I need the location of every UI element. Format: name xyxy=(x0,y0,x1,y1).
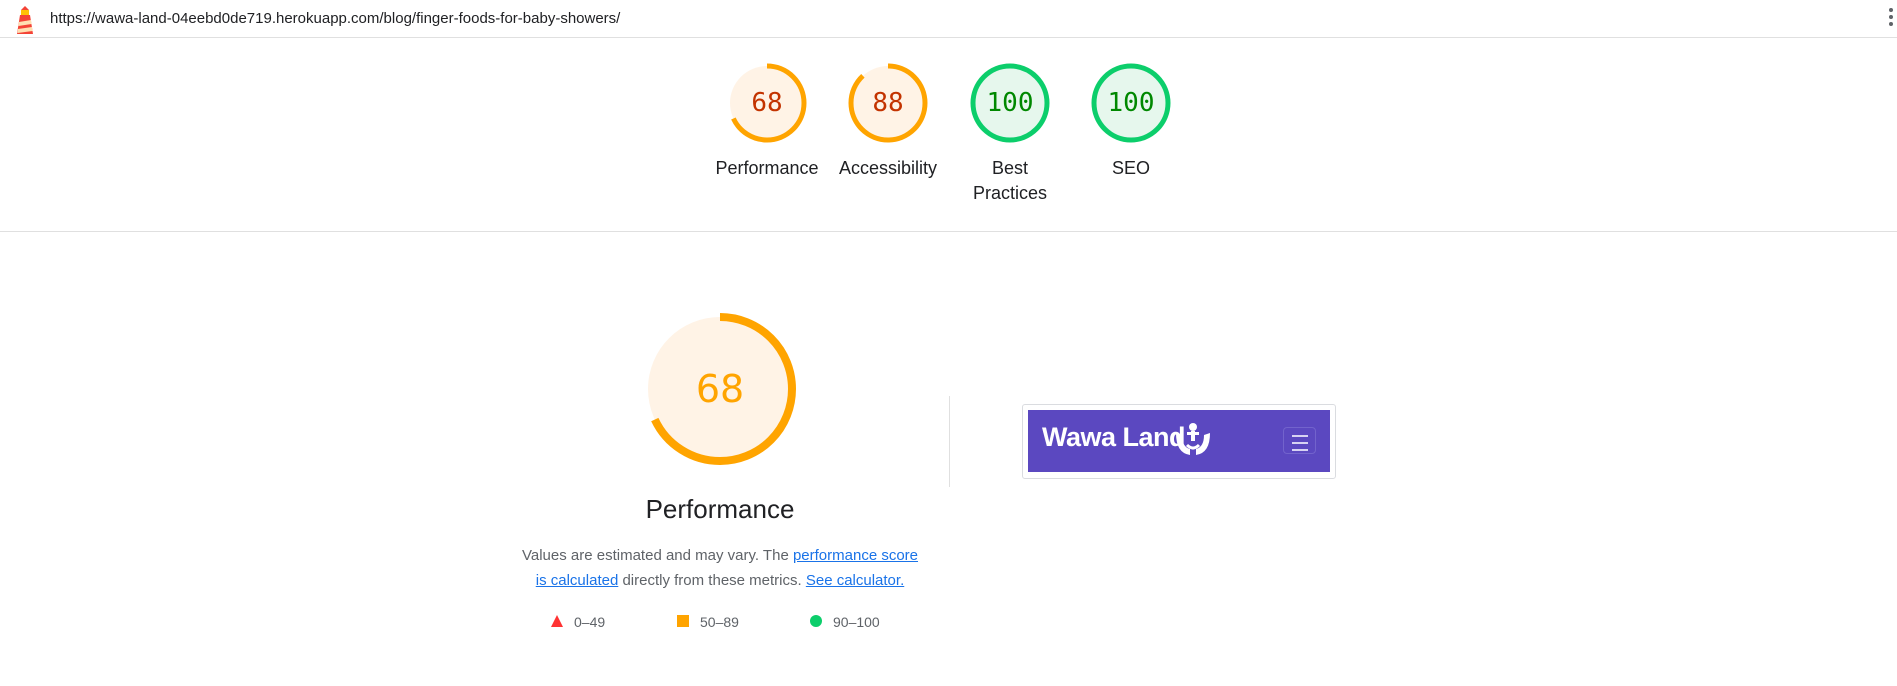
gauge-score: 88 xyxy=(872,88,903,118)
kebab-menu-icon[interactable] xyxy=(1887,8,1895,30)
performance-description: Values are estimated and may vary. The p… xyxy=(515,543,925,593)
legend-range: 90–100 xyxy=(833,614,880,630)
gauge-ring-icon: 68 xyxy=(727,63,807,143)
gauge-label: SEO xyxy=(1111,158,1150,178)
legend-range: 50–89 xyxy=(700,614,739,630)
gauge-ring-icon: 100 xyxy=(1091,63,1171,143)
screenshot-navbar: Wawa Land xyxy=(1028,410,1330,472)
hands-heart-icon xyxy=(1176,423,1210,455)
gauge-accessibility[interactable]: 88 Accessibility xyxy=(828,62,948,181)
hamburger-icon[interactable] xyxy=(1283,427,1316,454)
see-calculator-link[interactable]: See calculator. xyxy=(806,572,904,589)
performance-title: Performance xyxy=(645,494,795,524)
gauge-score: 100 xyxy=(1108,88,1155,118)
lighthouse-icon xyxy=(17,6,33,34)
section-divider xyxy=(0,231,1897,232)
legend-pass: 90–100 xyxy=(809,614,880,630)
legend-fail: 0–49 xyxy=(550,614,605,630)
gauge-seo[interactable]: 100 SEO xyxy=(1071,62,1191,181)
brand-logo: Wawa Land xyxy=(1042,422,1186,452)
gauge-ring-icon: 88 xyxy=(848,63,928,143)
circle-icon xyxy=(810,615,822,627)
category-scores: 68 Performance 88 Accessibility 100 Best… xyxy=(0,58,1897,228)
legend-range: 0–49 xyxy=(574,614,606,630)
square-icon xyxy=(677,615,689,627)
performance-gauge-large: 68 xyxy=(644,313,796,465)
gauge-ring-icon: 100 xyxy=(970,63,1050,143)
desc-text: Values are estimated and may vary. The xyxy=(521,547,793,564)
report-header: https://wawa-land-04eebd0de719.herokuapp… xyxy=(0,0,1897,38)
performance-score-large: 68 xyxy=(696,367,744,411)
desc-text: directly from these metrics. xyxy=(618,572,806,589)
report-url[interactable]: https://wawa-land-04eebd0de719.herokuapp… xyxy=(50,10,620,27)
gauge-label: Performance xyxy=(715,158,819,178)
triangle-icon xyxy=(551,615,563,627)
legend-average: 50–89 xyxy=(676,614,739,630)
gauge-score: 68 xyxy=(751,88,782,118)
final-screenshot[interactable]: Wawa Land xyxy=(1022,404,1336,479)
gauge-score: 100 xyxy=(987,88,1034,118)
gauge-performance[interactable]: 68 Performance xyxy=(707,62,827,181)
gauge-label: Accessibility xyxy=(838,158,938,178)
gauge-label: Best Practices xyxy=(972,158,1048,203)
vertical-divider xyxy=(949,396,950,487)
gauge-best-practices[interactable]: 100 Best Practices xyxy=(950,62,1070,206)
